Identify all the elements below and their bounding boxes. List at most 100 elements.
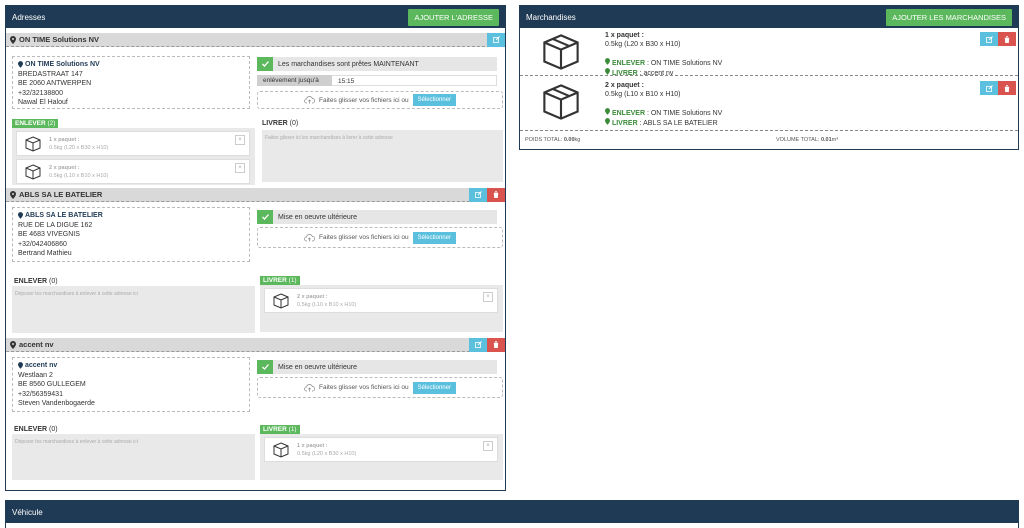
package-dims: 0.5kg (L20 x B30 x H10) — [297, 450, 357, 457]
pickup-time-label: enlèvement jusqu'à — [257, 75, 332, 86]
box-icon — [543, 34, 579, 70]
enlever-placeholder: Déposer les marchandises à enlever à cet… — [15, 291, 138, 297]
package-item[interactable]: 2 x paquet :0.5kg (L10 x B10 x H10) × — [16, 159, 250, 184]
address-name: accent nv — [25, 362, 58, 369]
enlever-dropzone[interactable]: Déposer les marchandises à enlever à cet… — [12, 286, 255, 333]
close-icon[interactable]: × — [235, 135, 245, 145]
merchandise-panel-title: Marchandises — [526, 12, 576, 22]
address-street: Westlaan 2 — [18, 371, 53, 379]
livrer-dropzone[interactable]: Faites glisser ici les marchandises à li… — [262, 130, 503, 182]
delete-merchandise-button[interactable] — [998, 32, 1016, 46]
vehicle-panel-header: Véhicule — [6, 501, 1018, 523]
edit-address-button[interactable] — [487, 32, 505, 47]
addresses-panel-header: Adresses AJOUTER L'ADRESSE — [6, 6, 505, 28]
livrer-label: LIVRER (0) — [262, 120, 299, 127]
package-item[interactable]: 1 x paquet :0.5kg (L20 x B30 x H10) × — [264, 437, 498, 462]
livrer-badge: LIVRER (1) — [260, 276, 300, 285]
pickup-time-input[interactable]: 15:15 — [332, 75, 497, 86]
close-icon[interactable]: × — [235, 163, 245, 173]
total-volume-label: VOLUME TOTAL: — [776, 137, 820, 143]
livrer-dropzone[interactable]: 1 x paquet :0.5kg (L20 x B30 x H10) × — [260, 434, 503, 480]
addresses-panel: Adresses AJOUTER L'ADRESSE ON TIME Solut… — [5, 5, 506, 491]
map-marker-icon — [10, 35, 16, 44]
file-dropzone[interactable]: Faites glisser vos fichiers ici ou Sélec… — [257, 377, 503, 398]
address-phone: +32/042406860 — [18, 240, 67, 248]
address-header-name: ABLS SA LE BATELIER — [19, 190, 103, 199]
edit-address-button[interactable] — [469, 337, 487, 352]
merchandise-qty: 2 x paquet : — [605, 82, 644, 89]
select-file-button[interactable]: Sélectionner — [412, 381, 456, 394]
package-item[interactable]: 2 x paquet :0.5kg (L10 x B10 x H10) × — [264, 288, 498, 313]
map-marker-icon — [605, 57, 610, 65]
close-icon[interactable]: × — [483, 292, 493, 302]
edit-address-button[interactable] — [469, 187, 487, 202]
readiness-status-text: Mise en oeuvre ultérieure — [278, 363, 357, 371]
map-marker-icon — [18, 61, 23, 69]
close-icon[interactable]: × — [483, 441, 493, 451]
enlever-dropzone[interactable]: 1 x paquet :0.5kg (L20 x B30 x H10) × 2 … — [12, 128, 255, 185]
enlever-label: ENLEVER (0) — [14, 278, 58, 285]
total-weight-unit: kg — [574, 137, 581, 143]
add-merchandise-button[interactable]: AJOUTER LES MARCHANDISES — [886, 8, 1012, 26]
address-header: accent nv — [6, 337, 505, 352]
map-marker-icon — [10, 190, 16, 199]
vehicle-panel: Véhicule — [5, 500, 1019, 528]
total-weight-label: POIDS TOTAL: — [525, 137, 563, 143]
address-city: BE 2060 ANTWERPEN — [18, 80, 92, 87]
edit-icon — [474, 191, 482, 198]
add-address-button[interactable]: AJOUTER L'ADRESSE — [408, 8, 499, 26]
address-header: ABLS SA LE BATELIER — [6, 187, 505, 202]
readiness-status[interactable]: Mise en oeuvre ultérieure — [257, 210, 497, 224]
box-icon — [273, 441, 289, 458]
merchandise-dims: 0.5kg (L10 x B10 x H10) — [605, 90, 681, 98]
address-contact: Bertrand Mathieu — [18, 250, 72, 257]
select-file-button[interactable]: Sélectionner — [412, 231, 456, 244]
address-body: ABLS SA LE BATELIER RUE DE LA DIGUE 162 … — [6, 202, 505, 338]
readiness-status[interactable]: Les marchandises sont prêtes MAINTENANT — [257, 57, 497, 71]
package-qty: 1 x paquet : — [297, 442, 328, 449]
package-qty: 1 x paquet : — [49, 136, 80, 143]
file-dropzone[interactable]: Faites glisser vos fichiers ici ou Sélec… — [257, 91, 503, 109]
delete-address-button[interactable] — [487, 187, 505, 202]
delete-address-button[interactable] — [487, 337, 505, 352]
dropzone-text: Faites glisser vos fichiers ici ou — [319, 384, 409, 391]
edit-merchandise-button[interactable] — [980, 81, 998, 95]
package-item[interactable]: 1 x paquet :0.5kg (L20 x B30 x H10) × — [16, 131, 250, 156]
merchandise-livrer-value: : ABLS SA LE BATELIER — [639, 120, 718, 127]
address-header: ON TIME Solutions NV — [6, 32, 505, 47]
package-dims: 0.5kg (L10 x B10 x H10) — [297, 301, 357, 308]
merchandise-enlever-value: : ON TIME Solutions NV — [646, 109, 723, 117]
address-city: BE 4683 VIVEGNIS — [18, 231, 80, 238]
trash-icon — [493, 341, 499, 348]
merchandise-item: 1 x paquet : 0.5kg (L20 x B30 x H10) ENL… — [520, 28, 1018, 77]
package-qty: 2 x paquet : — [297, 293, 328, 300]
map-marker-icon — [605, 107, 610, 115]
merchandise-panel: Marchandises AJOUTER LES MARCHANDISES 1 … — [519, 5, 1019, 150]
box-icon — [25, 163, 41, 180]
enlever-dropzone[interactable]: Déposer les marchandises à enlever à cet… — [12, 434, 255, 480]
readiness-status[interactable]: Mise en oeuvre ultérieure — [257, 360, 497, 374]
check-icon — [257, 360, 273, 374]
file-dropzone[interactable]: Faites glisser vos fichiers ici ou Sélec… — [257, 227, 503, 248]
address-card: ABLS SA LE BATELIER RUE DE LA DIGUE 162 … — [12, 207, 250, 262]
package-dims: 0.5kg (L20 x B30 x H10) — [49, 144, 109, 151]
trash-icon — [1004, 35, 1010, 43]
select-file-button[interactable]: Sélectionner — [412, 94, 456, 106]
trash-icon — [493, 191, 499, 198]
address-phone: +32/56359431 — [18, 390, 63, 398]
edit-merchandise-button[interactable] — [980, 32, 998, 46]
merchandise-item: 2 x paquet : 0.5kg (L10 x B10 x H10) ENL… — [520, 77, 1018, 131]
addresses-panel-title: Adresses — [12, 12, 46, 22]
delete-merchandise-button[interactable] — [998, 81, 1016, 95]
box-icon — [273, 292, 289, 309]
address-phone: +32/32138800 — [18, 89, 63, 97]
check-icon — [257, 57, 273, 71]
cloud-upload-icon — [304, 96, 316, 104]
pickup-time-row: enlèvement jusqu'à 15:15 — [257, 75, 497, 86]
address-card: accent nv Westlaan 2 BE 8560 GULLEGEM +3… — [12, 357, 250, 412]
cloud-upload-icon — [304, 383, 316, 391]
livrer-dropzone[interactable]: 2 x paquet :0.5kg (L10 x B10 x H10) × — [260, 285, 503, 332]
livrer-placeholder: Faites glisser ici les marchandises à li… — [265, 135, 393, 141]
merchandise-livrer-value: : accent nv — [639, 70, 674, 77]
edit-icon — [985, 35, 993, 43]
